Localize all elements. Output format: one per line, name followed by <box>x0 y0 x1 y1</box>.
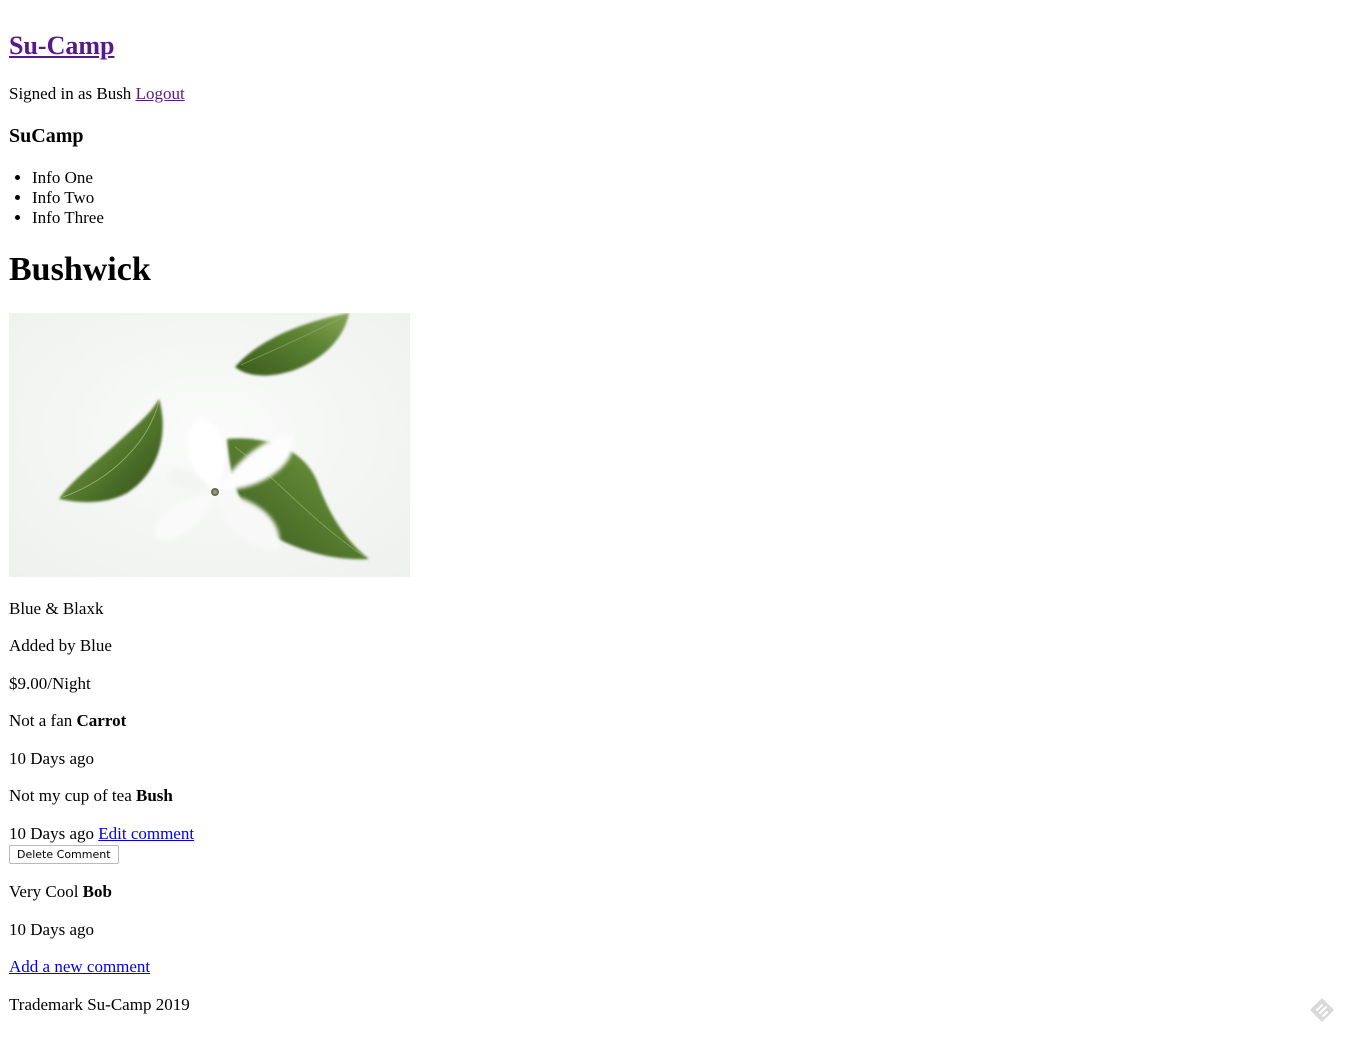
campground-name: Bushwick <box>9 251 151 288</box>
sidebar-list: Info One Info Two Info Three <box>9 168 1338 228</box>
site-title-link[interactable]: Su-Camp <box>9 31 114 60</box>
comment-body: Not a fan <box>9 711 73 730</box>
campground-author: Added by Blue <box>9 636 112 655</box>
comment-text: Very Cool Bob <box>9 882 1338 902</box>
campground-description: Blue & Blaxk <box>9 599 104 618</box>
site-title: Su-Camp <box>9 0 1338 61</box>
add-comment-row: Add a new comment <box>9 957 1338 977</box>
signed-in-text: Signed in as Bush <box>9 84 132 103</box>
comment-time: 10 Days ago <box>9 749 94 768</box>
sidebar-item-info-two: Info Two <box>32 188 1338 208</box>
comment-body: Not my cup of tea <box>9 786 132 805</box>
page: Su-Camp Signed in as Bush Logout SuCamp … <box>0 0 1347 1015</box>
sidebar-title: SuCamp <box>9 125 84 147</box>
logout-link[interactable]: Logout <box>136 84 185 103</box>
delete-comment-button[interactable]: Delete Comment <box>9 845 119 864</box>
campground-price: $9.00/Night <box>9 674 91 693</box>
add-comment-link[interactable]: Add a new comment <box>9 957 150 976</box>
campground-image <box>9 313 410 577</box>
comment-author: Carrot <box>76 711 127 730</box>
comment-meta: 10 Days ago Edit comment <box>9 824 1338 844</box>
comment-time: 10 Days ago <box>9 824 94 843</box>
comment-text: Not my cup of tea Bush <box>9 786 1338 806</box>
signed-in-bar: Signed in as Bush Logout <box>9 84 1338 104</box>
feedback-icon[interactable] <box>1309 997 1335 1023</box>
comment-author: Bob <box>82 882 112 901</box>
sidebar-item-info-one: Info One <box>32 168 1338 188</box>
edit-comment-link[interactable]: Edit comment <box>98 824 194 843</box>
comment-body: Very Cool <box>9 882 79 901</box>
comment-text: Not a fan Carrot <box>9 711 1338 731</box>
sidebar-item-info-three: Info Three <box>32 208 1338 228</box>
comment-time: 10 Days ago <box>9 920 94 939</box>
footer-trademark: Trademark Su-Camp 2019 <box>9 995 190 1014</box>
comment-author: Bush <box>136 786 173 805</box>
